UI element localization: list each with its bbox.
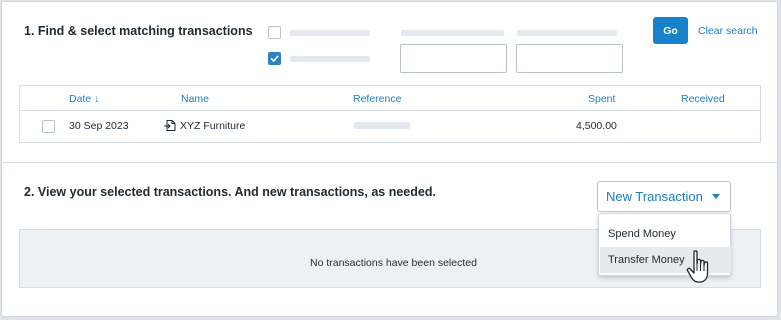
go-button[interactable]: Go (653, 17, 688, 44)
section-1-title: 1. Find & select matching transactions (24, 24, 253, 38)
column-header-spent[interactable]: Spent (588, 93, 615, 105)
row-name: XYZ Furniture (180, 120, 246, 132)
transactions-table: Date ↓ Name Reference Spent Received 30 … (19, 85, 761, 143)
column-header-name[interactable]: Name (181, 93, 209, 105)
new-transaction-label: New Transaction (606, 189, 703, 204)
chevron-down-icon (712, 194, 720, 199)
find-match-panel: 1. Find & select matching transactions G… (1, 1, 778, 317)
search-field-label-placeholder-1 (401, 30, 504, 36)
row-date: 30 Sep 2023 (69, 120, 129, 132)
table-row[interactable]: 30 Sep 2023 XYZ Furniture 4,500.00 (20, 111, 760, 142)
filter-checkbox-2[interactable] (268, 52, 281, 65)
empty-state-text: No transactions have been selected (310, 257, 477, 269)
hand-pointer-icon (686, 250, 709, 283)
clear-search-link[interactable]: Clear search (698, 25, 758, 37)
search-input-1[interactable] (400, 44, 507, 73)
section-2-title: 2. View your selected transactions. And … (24, 185, 436, 199)
row-spent: 4,500.00 (576, 120, 617, 132)
table-header: Date ↓ Name Reference Spent Received (20, 86, 760, 111)
column-header-received[interactable]: Received (681, 93, 725, 105)
section-divider (3, 162, 777, 163)
row-select-checkbox[interactable] (42, 120, 55, 133)
filter-checkbox-1[interactable] (268, 26, 281, 39)
filter-label-placeholder-1 (290, 30, 370, 36)
new-transaction-dropdown[interactable]: New Transaction (597, 181, 731, 212)
menu-item-spend-money[interactable]: Spend Money (600, 221, 731, 247)
search-field-label-placeholder-2 (517, 30, 617, 36)
column-header-reference[interactable]: Reference (353, 93, 401, 105)
search-input-2[interactable] (516, 44, 623, 73)
transaction-icon (163, 119, 177, 135)
column-header-date[interactable]: Date ↓ (69, 93, 99, 105)
filter-label-placeholder-2 (290, 56, 370, 62)
row-reference-placeholder (354, 122, 410, 129)
checkmark-icon (269, 53, 280, 64)
